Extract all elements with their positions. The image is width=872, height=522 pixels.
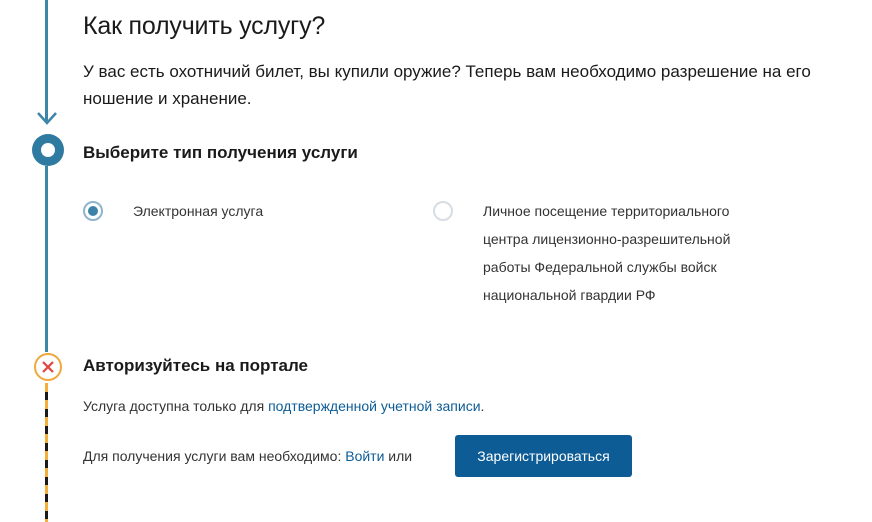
close-icon xyxy=(42,361,54,373)
option-personal-visit-label[interactable]: Личное посещение территориального центра… xyxy=(483,197,768,309)
verified-account-link[interactable]: подтвержденной учетной записи xyxy=(268,398,480,414)
register-button[interactable]: Зарегистрироваться xyxy=(455,435,632,477)
availability-suffix: . xyxy=(480,398,485,414)
arrow-down-icon xyxy=(37,112,57,125)
option-electronic-label[interactable]: Электронная услуга xyxy=(133,197,263,225)
step-active-ring-icon xyxy=(32,134,64,166)
radio-electronic-service[interactable] xyxy=(83,201,103,221)
step-error-marker xyxy=(34,353,62,381)
timeline-line-completed xyxy=(45,0,48,122)
intro-text: У вас есть охотничий билет, вы купили ор… xyxy=(83,62,811,108)
availability-prefix: Услуга доступна только для xyxy=(83,398,269,414)
or-text: или xyxy=(384,448,413,464)
step1-heading: Выберите тип получения услуги xyxy=(83,143,358,162)
login-prompt: Для получения услуги вам необходимо: Вой… xyxy=(83,448,412,464)
radio-personal-visit[interactable] xyxy=(433,201,453,221)
page-title: Как получить услугу? xyxy=(83,12,326,40)
timeline-line-blocked xyxy=(45,383,48,522)
login-prompt-prefix: Для получения услуги вам необходимо: xyxy=(83,448,346,464)
availability-text: Услуга доступна только для подтвержденно… xyxy=(83,398,484,414)
timeline-line-active xyxy=(45,166,48,352)
step2-heading: Авторизуйтесь на портале xyxy=(83,356,309,375)
login-link[interactable]: Войти xyxy=(345,448,384,464)
